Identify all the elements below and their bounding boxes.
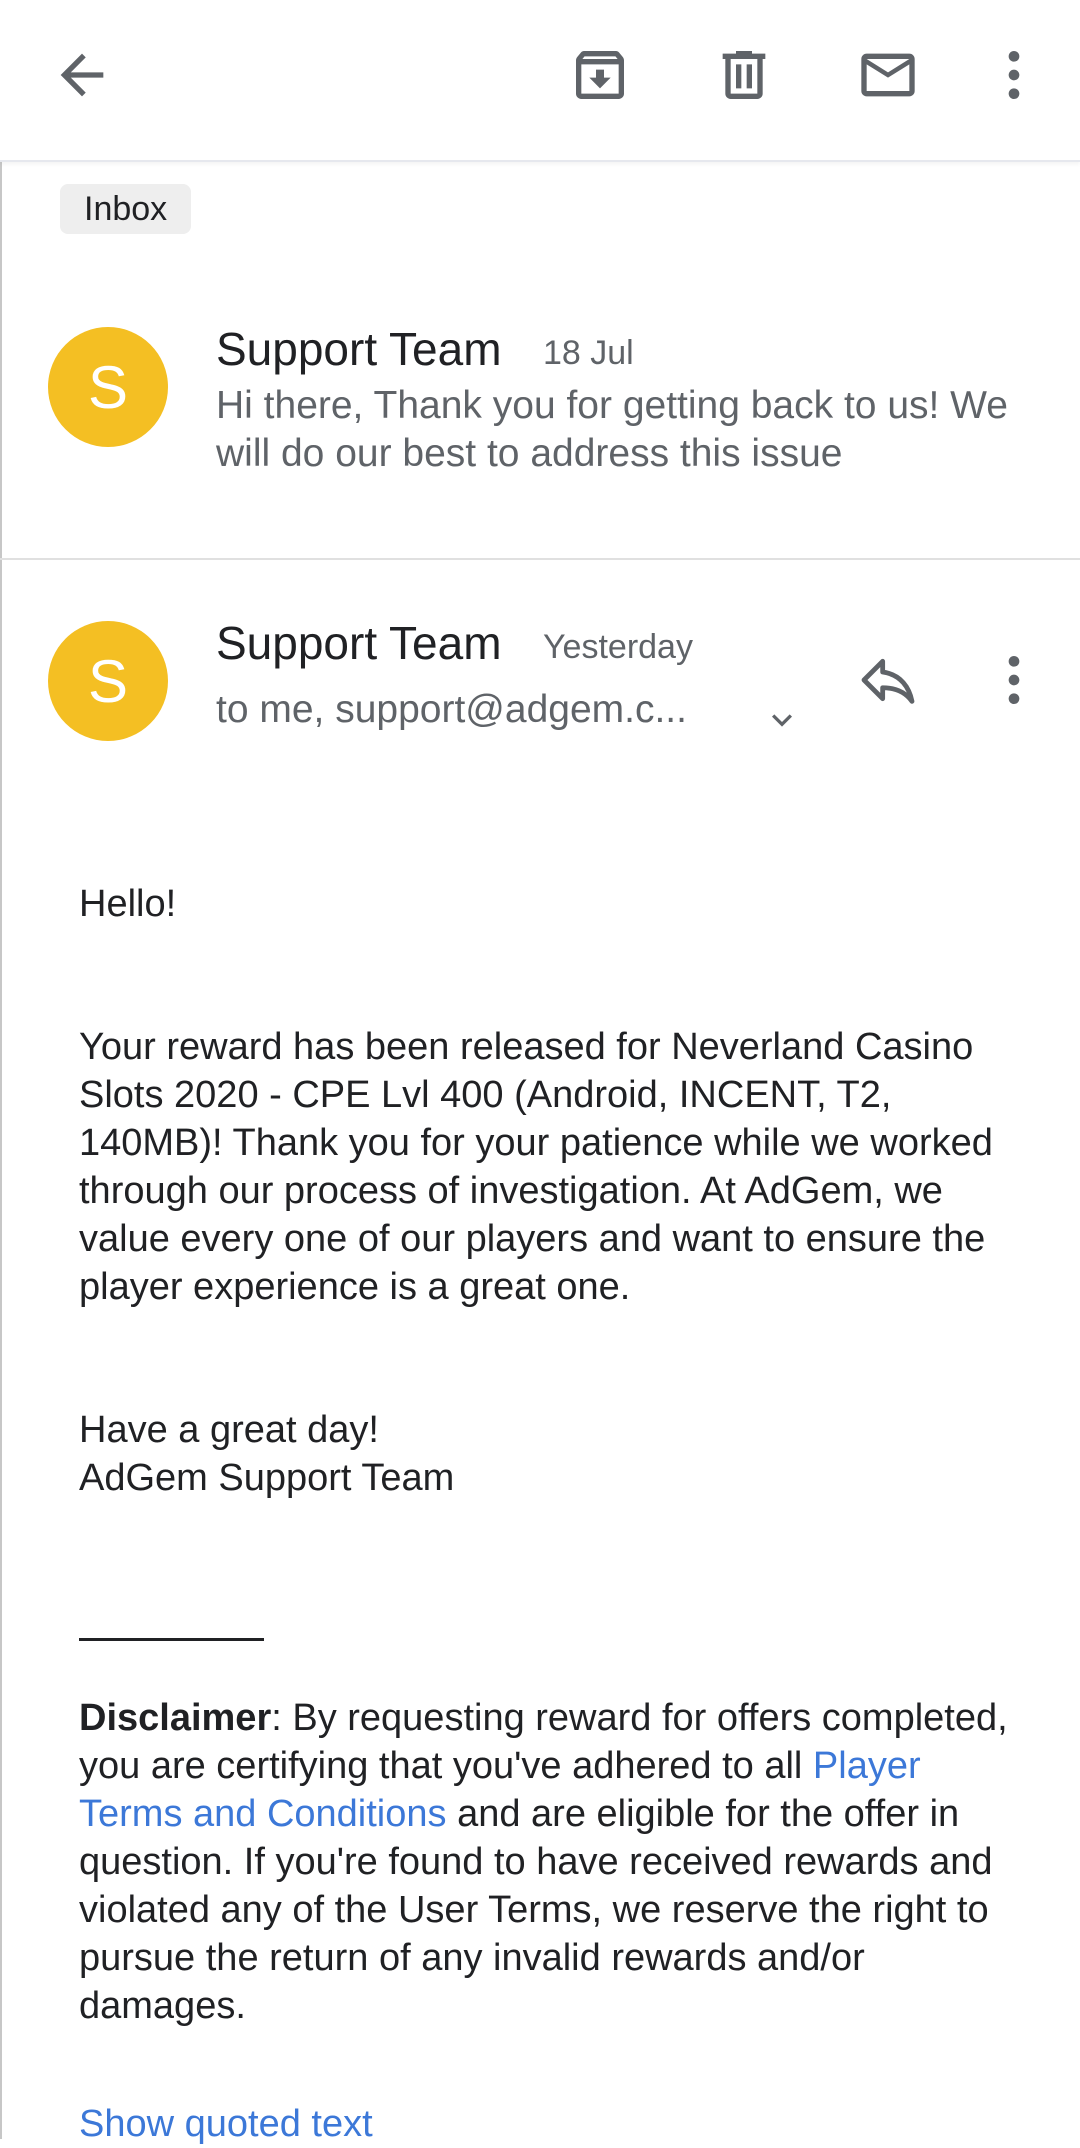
window-edge <box>0 0 2 2139</box>
message-date: Yesterday <box>543 628 693 666</box>
avatar[interactable]: S <box>48 621 168 741</box>
greeting: Hello! <box>79 883 177 925</box>
recipients-line[interactable]: to me, support@adgem.c... <box>216 688 687 732</box>
message-snippet: Hi there, Thank you for getting back to … <box>216 384 1008 475</box>
disclaimer: Disclaimer: By requesting reward for off… <box>79 1694 1024 2030</box>
avatar[interactable]: S <box>48 327 168 447</box>
sender-name: Support Team <box>216 617 502 669</box>
trash-icon[interactable] <box>704 35 784 115</box>
top-app-bar <box>0 0 1080 162</box>
more-vert-icon[interactable] <box>974 640 1054 720</box>
arrow-back-icon[interactable] <box>42 35 122 115</box>
divider <box>0 558 1080 560</box>
more-vert-icon[interactable] <box>974 35 1054 115</box>
disclaimer-label: Disclaimer <box>79 1697 272 1739</box>
signature: AdGem Support Team <box>79 1457 455 1499</box>
mail-icon[interactable] <box>848 35 928 115</box>
show-quoted-text-link[interactable]: Show quoted text <box>79 2100 1019 2148</box>
label-chip-inbox[interactable]: Inbox <box>60 184 192 234</box>
archive-icon[interactable] <box>560 35 640 115</box>
closing-line: Have a great day! <box>79 1409 379 1451</box>
sender-name: Support Team <box>216 323 502 375</box>
chevron-down-icon[interactable] <box>758 696 806 744</box>
message-date: 18 Jul <box>543 334 634 372</box>
body-paragraph: Your reward has been released for Neverl… <box>79 1026 993 1308</box>
reply-icon[interactable] <box>848 640 928 720</box>
signature-separator <box>79 1638 264 1641</box>
